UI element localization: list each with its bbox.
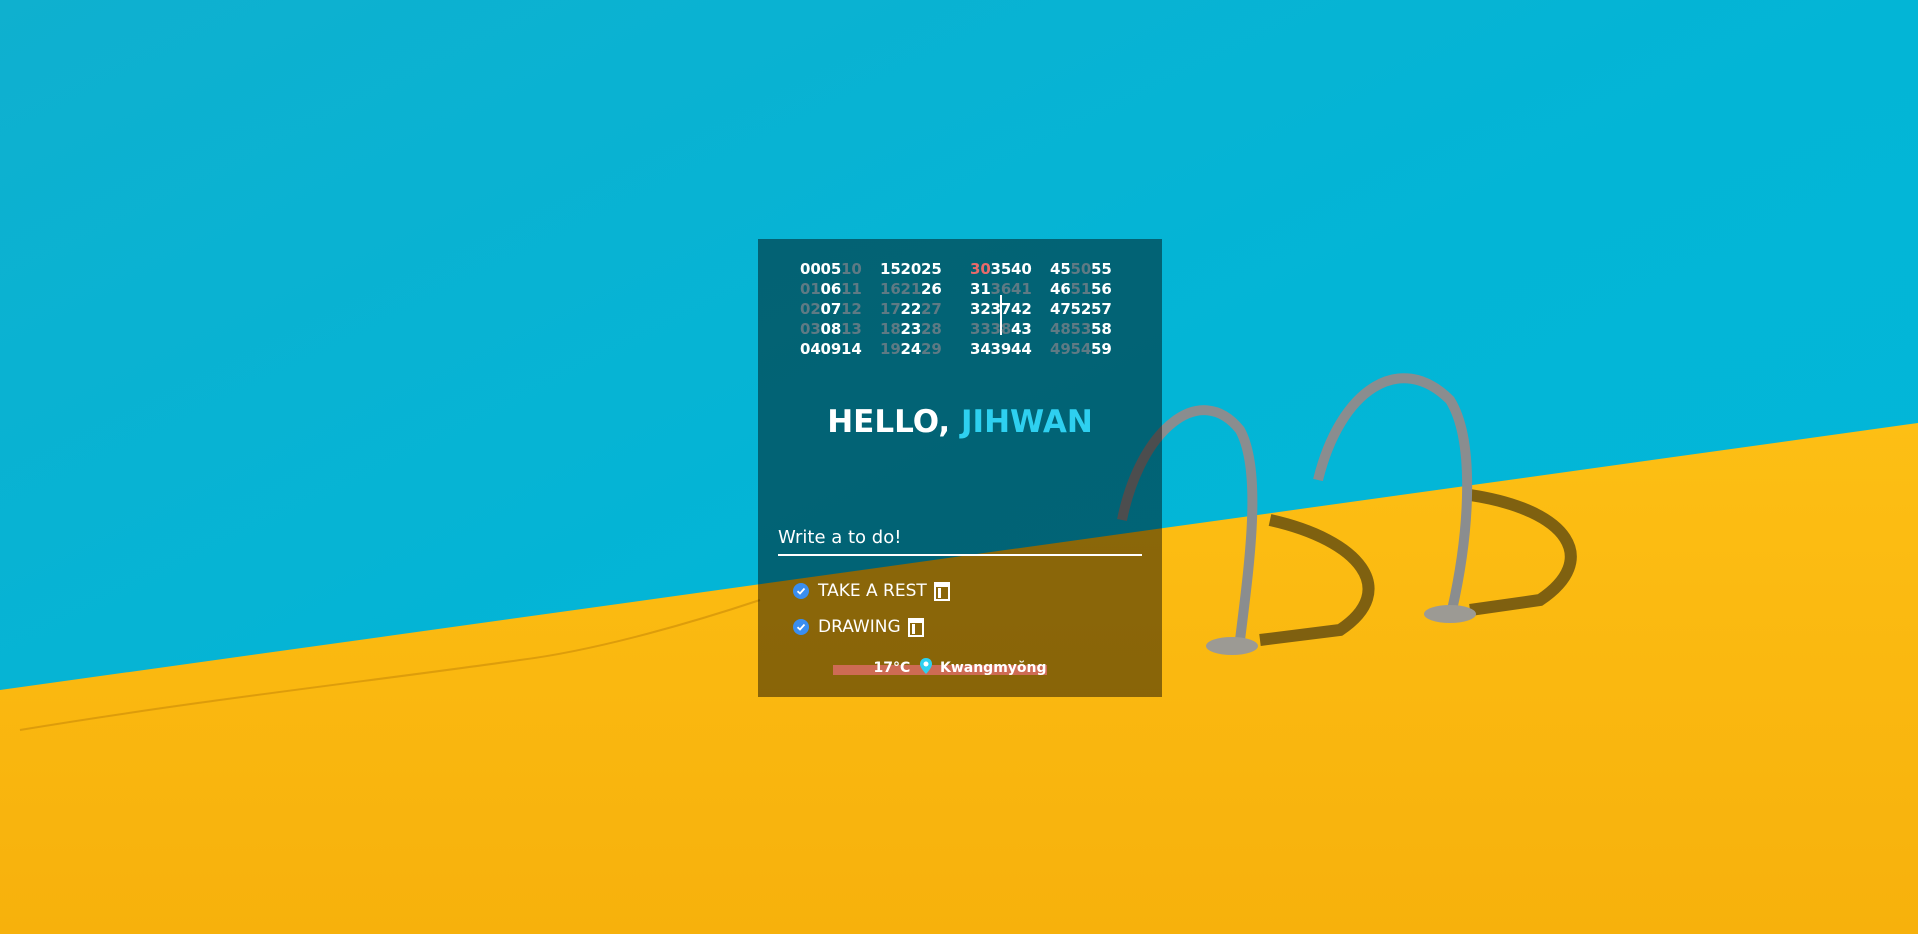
- weather-widget: 17°C Kwangmyŏng: [758, 658, 1162, 676]
- todo-input[interactable]: [778, 522, 1142, 556]
- check-circle-icon[interactable]: [793, 583, 809, 599]
- greeting-user-name: JIHWAN: [961, 404, 1093, 440]
- clock-digit: 45: [1050, 260, 1071, 278]
- clock-digit: 59: [1091, 340, 1112, 358]
- clock-digit: 42: [1011, 300, 1032, 318]
- clock-digit: 22: [900, 300, 922, 318]
- clock-digit: 31: [970, 280, 991, 298]
- clock-digit: 27: [921, 300, 942, 318]
- clock-digit: 00: [800, 260, 821, 278]
- clock-digit: 26: [921, 280, 942, 298]
- clock-digit: 50: [1070, 260, 1092, 278]
- clock-digit: 04: [800, 340, 821, 358]
- clock-digit: 37: [990, 300, 1012, 318]
- clock-digit: 53: [1070, 320, 1092, 338]
- clock-digit: 20: [900, 260, 922, 278]
- clock-digit: 11: [841, 280, 862, 298]
- clock-digit: 39: [990, 340, 1012, 358]
- todo-item-label: TAKE A REST: [818, 581, 927, 601]
- todo-item: DRAWING: [793, 609, 951, 645]
- todo-item: TAKE A REST: [793, 573, 951, 609]
- clock-digit: 24: [900, 340, 922, 358]
- clock-digit: 15: [880, 260, 901, 278]
- check-circle-icon[interactable]: [793, 619, 809, 635]
- greeting-prefix: HELLO,: [827, 404, 951, 440]
- greeting-heading: HELLO, JIHWAN: [758, 404, 1162, 440]
- todo-list: TAKE A REST DRAWING: [793, 573, 951, 645]
- clock-digit: 13: [841, 320, 862, 338]
- clock-digit: 23: [900, 320, 922, 338]
- todo-item-label: DRAWING: [818, 617, 901, 637]
- clock-digit: 08: [820, 320, 842, 338]
- clock-digit: 09: [820, 340, 842, 358]
- clock-digit: 41: [1011, 280, 1032, 298]
- clock-digit: 29: [921, 340, 942, 358]
- clock-digit: 36: [990, 280, 1012, 298]
- clock-digit: 40: [1011, 260, 1032, 278]
- clock-digit: 18: [880, 320, 901, 338]
- clock-digit: 05: [820, 260, 842, 278]
- clock-digit: 10: [841, 260, 862, 278]
- weather-temperature: 17°C: [873, 660, 911, 676]
- clock-digit: 46: [1050, 280, 1071, 298]
- weather-info: 17°C Kwangmyŏng: [833, 658, 1047, 676]
- clock-digit: 48: [1050, 320, 1071, 338]
- clock-digit: 25: [921, 260, 942, 278]
- clock-digit: 51: [1070, 280, 1092, 298]
- dashboard-panel: 000510 010611 020712 030813 040914 15202…: [758, 239, 1162, 697]
- clock-digit: 17: [880, 300, 901, 318]
- clock-digit: 14: [841, 340, 862, 358]
- location-pin-icon: [919, 658, 933, 674]
- minute-clock-grid: 000510 010611 020712 030813 040914 15202…: [800, 259, 1120, 358]
- clock-digit: 47: [1050, 300, 1071, 318]
- weather-location: Kwangmyŏng: [939, 660, 1047, 676]
- clock-digit: 52: [1070, 300, 1092, 318]
- clock-digit: 38: [990, 320, 1012, 338]
- clock-digit: 33: [970, 320, 991, 338]
- clock-digit: 32: [970, 300, 991, 318]
- clock-digit: 28: [921, 320, 942, 338]
- clock-digit: 55: [1091, 260, 1112, 278]
- clock-digit: 49: [1050, 340, 1071, 358]
- clock-digit: 12: [841, 300, 862, 318]
- clock-digit: 57: [1091, 300, 1112, 318]
- clock-current-minute: 30: [970, 260, 991, 278]
- clock-digit: 58: [1091, 320, 1112, 338]
- clock-digit: 02: [800, 300, 821, 318]
- clock-digit: 01: [800, 280, 821, 298]
- clock-digit: 16: [880, 280, 901, 298]
- trash-icon[interactable]: [907, 617, 925, 637]
- clock-digit: 19: [880, 340, 901, 358]
- clock-digit: 44: [1011, 340, 1032, 358]
- clock-digit: 34: [970, 340, 991, 358]
- clock-digit: 35: [990, 260, 1012, 278]
- clock-digit: 43: [1011, 320, 1032, 338]
- clock-digit: 06: [820, 280, 842, 298]
- clock-digit: 21: [900, 280, 922, 298]
- clock-digit: 54: [1070, 340, 1092, 358]
- clock-digit: 03: [800, 320, 821, 338]
- clock-digit: 56: [1091, 280, 1112, 298]
- trash-icon[interactable]: [933, 581, 951, 601]
- clock-digit: 07: [820, 300, 842, 318]
